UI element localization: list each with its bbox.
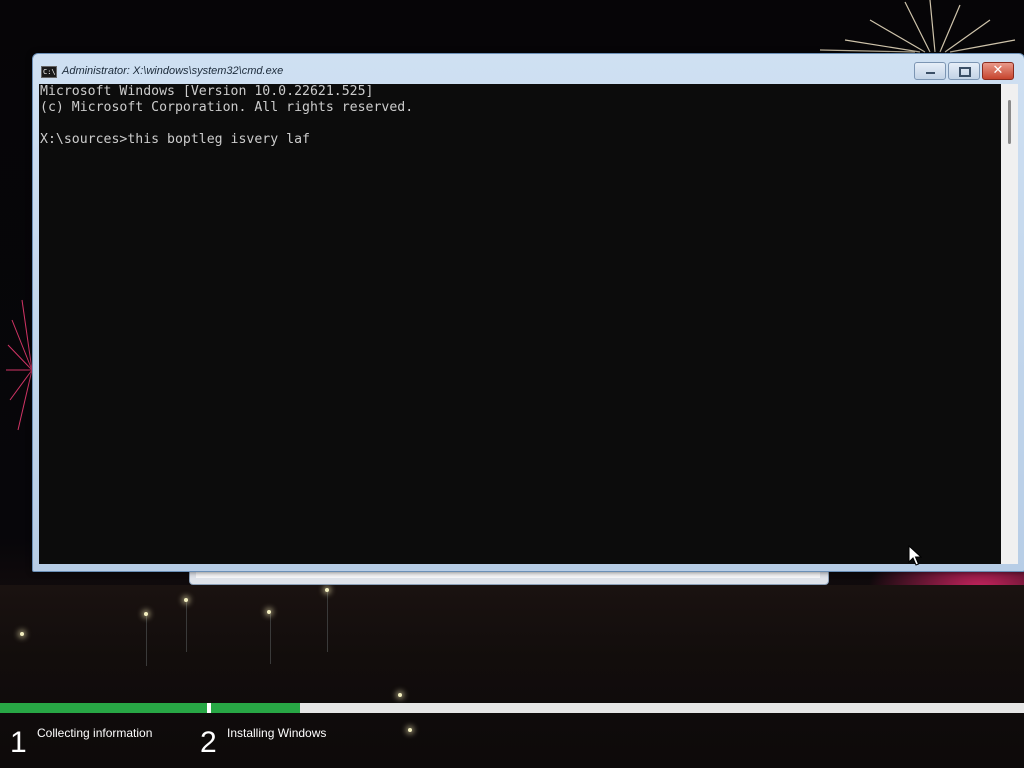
scrollbar-thumb[interactable]: [1008, 100, 1011, 144]
street-lamp: [184, 598, 188, 602]
console-line-copyright: (c) Microsoft Corporation. All rights re…: [40, 100, 414, 115]
street-lamp-pole: [327, 592, 328, 652]
cmd-icon: C:\: [41, 66, 57, 78]
window-title: Administrator: X:\windows\system32\cmd.e…: [62, 65, 284, 77]
close-icon: ✕: [992, 63, 1004, 78]
step-label: Collecting information: [37, 726, 153, 740]
vertical-scrollbar[interactable]: [1001, 84, 1018, 564]
mouse-pointer-icon: [908, 545, 922, 566]
step-number: 2: [200, 726, 217, 759]
step-number: 1: [10, 726, 27, 759]
maximize-button[interactable]: [948, 62, 980, 80]
step-label: Installing Windows: [227, 726, 327, 740]
street-lamp-pole: [186, 602, 187, 652]
console-prompt-line[interactable]: X:\sources>this boptleg isvery laf: [40, 132, 310, 148]
street-lamp: [398, 693, 402, 697]
close-button[interactable]: ✕: [982, 62, 1014, 80]
progress-step2-fill: [211, 703, 300, 713]
street-lamp: [144, 612, 148, 616]
street-lamp-pole: [146, 616, 147, 666]
cmd-window[interactable]: C:\ Administrator: X:\windows\system32\c…: [32, 53, 1024, 572]
setup-progress-bar: [0, 703, 1024, 713]
setup-dialog-edge: [189, 570, 829, 585]
street-lamp-pole: [270, 614, 271, 664]
window-titlebar[interactable]: C:\ Administrator: X:\windows\system32\c…: [33, 54, 1022, 84]
street-lamp: [325, 588, 329, 592]
city-skyline: [0, 585, 1024, 768]
street-lamp: [267, 610, 271, 614]
street-lamp: [20, 632, 24, 636]
progress-step1-fill: [0, 703, 207, 713]
console-output[interactable]: Microsoft Windows [Version 10.0.22621.52…: [39, 84, 1001, 564]
console-line-version: Microsoft Windows [Version 10.0.22621.52…: [40, 84, 374, 99]
minimize-button[interactable]: [914, 62, 946, 80]
street-lamp: [408, 728, 412, 732]
